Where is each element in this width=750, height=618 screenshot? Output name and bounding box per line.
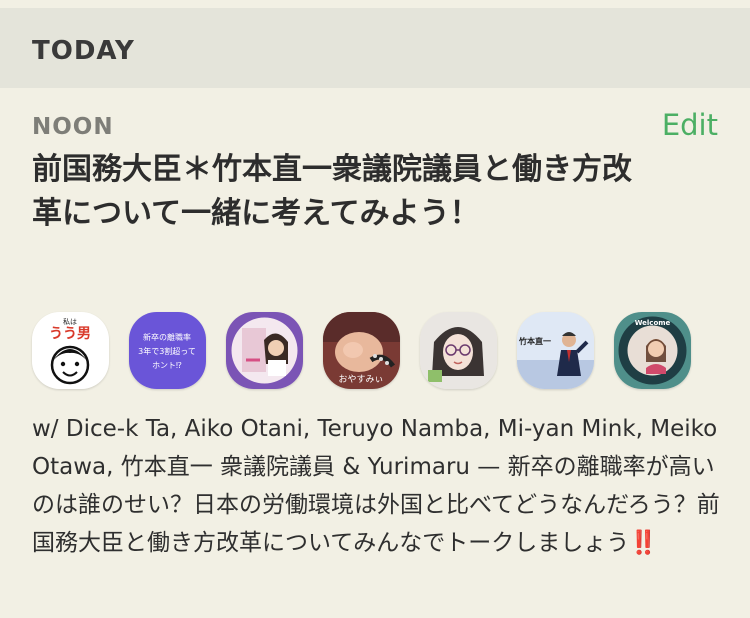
avatar-caption: 竹本直一 [518, 336, 551, 346]
avatar-purple-text-icon[interactable]: 新卒の離職率 3年で3割超って ホント⁉ [129, 312, 206, 389]
event-description: w/ Dice-k Ta, Aiko Otani, Teruyo Namba, … [32, 410, 722, 562]
double-exclamation-icon: ‼️ [629, 530, 658, 556]
avatar-line-3: ホント⁉ [152, 361, 182, 370]
avatar-caption-main: うう男 [49, 326, 91, 342]
section-header: TODAY [0, 0, 750, 88]
avatar-line-2: 3年で3割超って [138, 346, 196, 356]
avatar-caption: Welcome [635, 319, 671, 327]
avatar-welcome-ring-icon[interactable]: Welcome [614, 312, 691, 389]
avatar-uu-man-icon[interactable]: 私は うう男 [32, 312, 109, 389]
avatar-line-1: 新卒の離職率 [143, 332, 191, 342]
event-title: 前国務大臣＊竹本直一衆議院議員と働き方改革について一緒に考えてみよう！ [32, 152, 632, 231]
edit-button[interactable]: Edit [662, 108, 718, 142]
avatar-baby-photo-icon[interactable]: おやすみぃ [323, 312, 400, 389]
avatar-pink-photo-icon[interactable] [226, 312, 303, 389]
host-avatar-row: 私は うう男 新卒の離職率 3年で3割超って ホント⁉ おやすみぃ 竹本直一 W… [32, 312, 691, 389]
avatar-politician-photo-icon[interactable]: 竹本直一 [517, 312, 594, 389]
event-card[interactable]: NOON Edit 前国務大臣＊竹本直一衆議院議員と働き方改革について一緒に考え… [0, 88, 750, 618]
avatar-caption-top: 私は [63, 317, 77, 326]
avatar-caption: おやすみぃ [338, 374, 383, 385]
section-title: TODAY [32, 36, 135, 66]
event-time: NOON [32, 114, 114, 140]
avatar-glasses-drawing-icon[interactable] [420, 312, 497, 389]
